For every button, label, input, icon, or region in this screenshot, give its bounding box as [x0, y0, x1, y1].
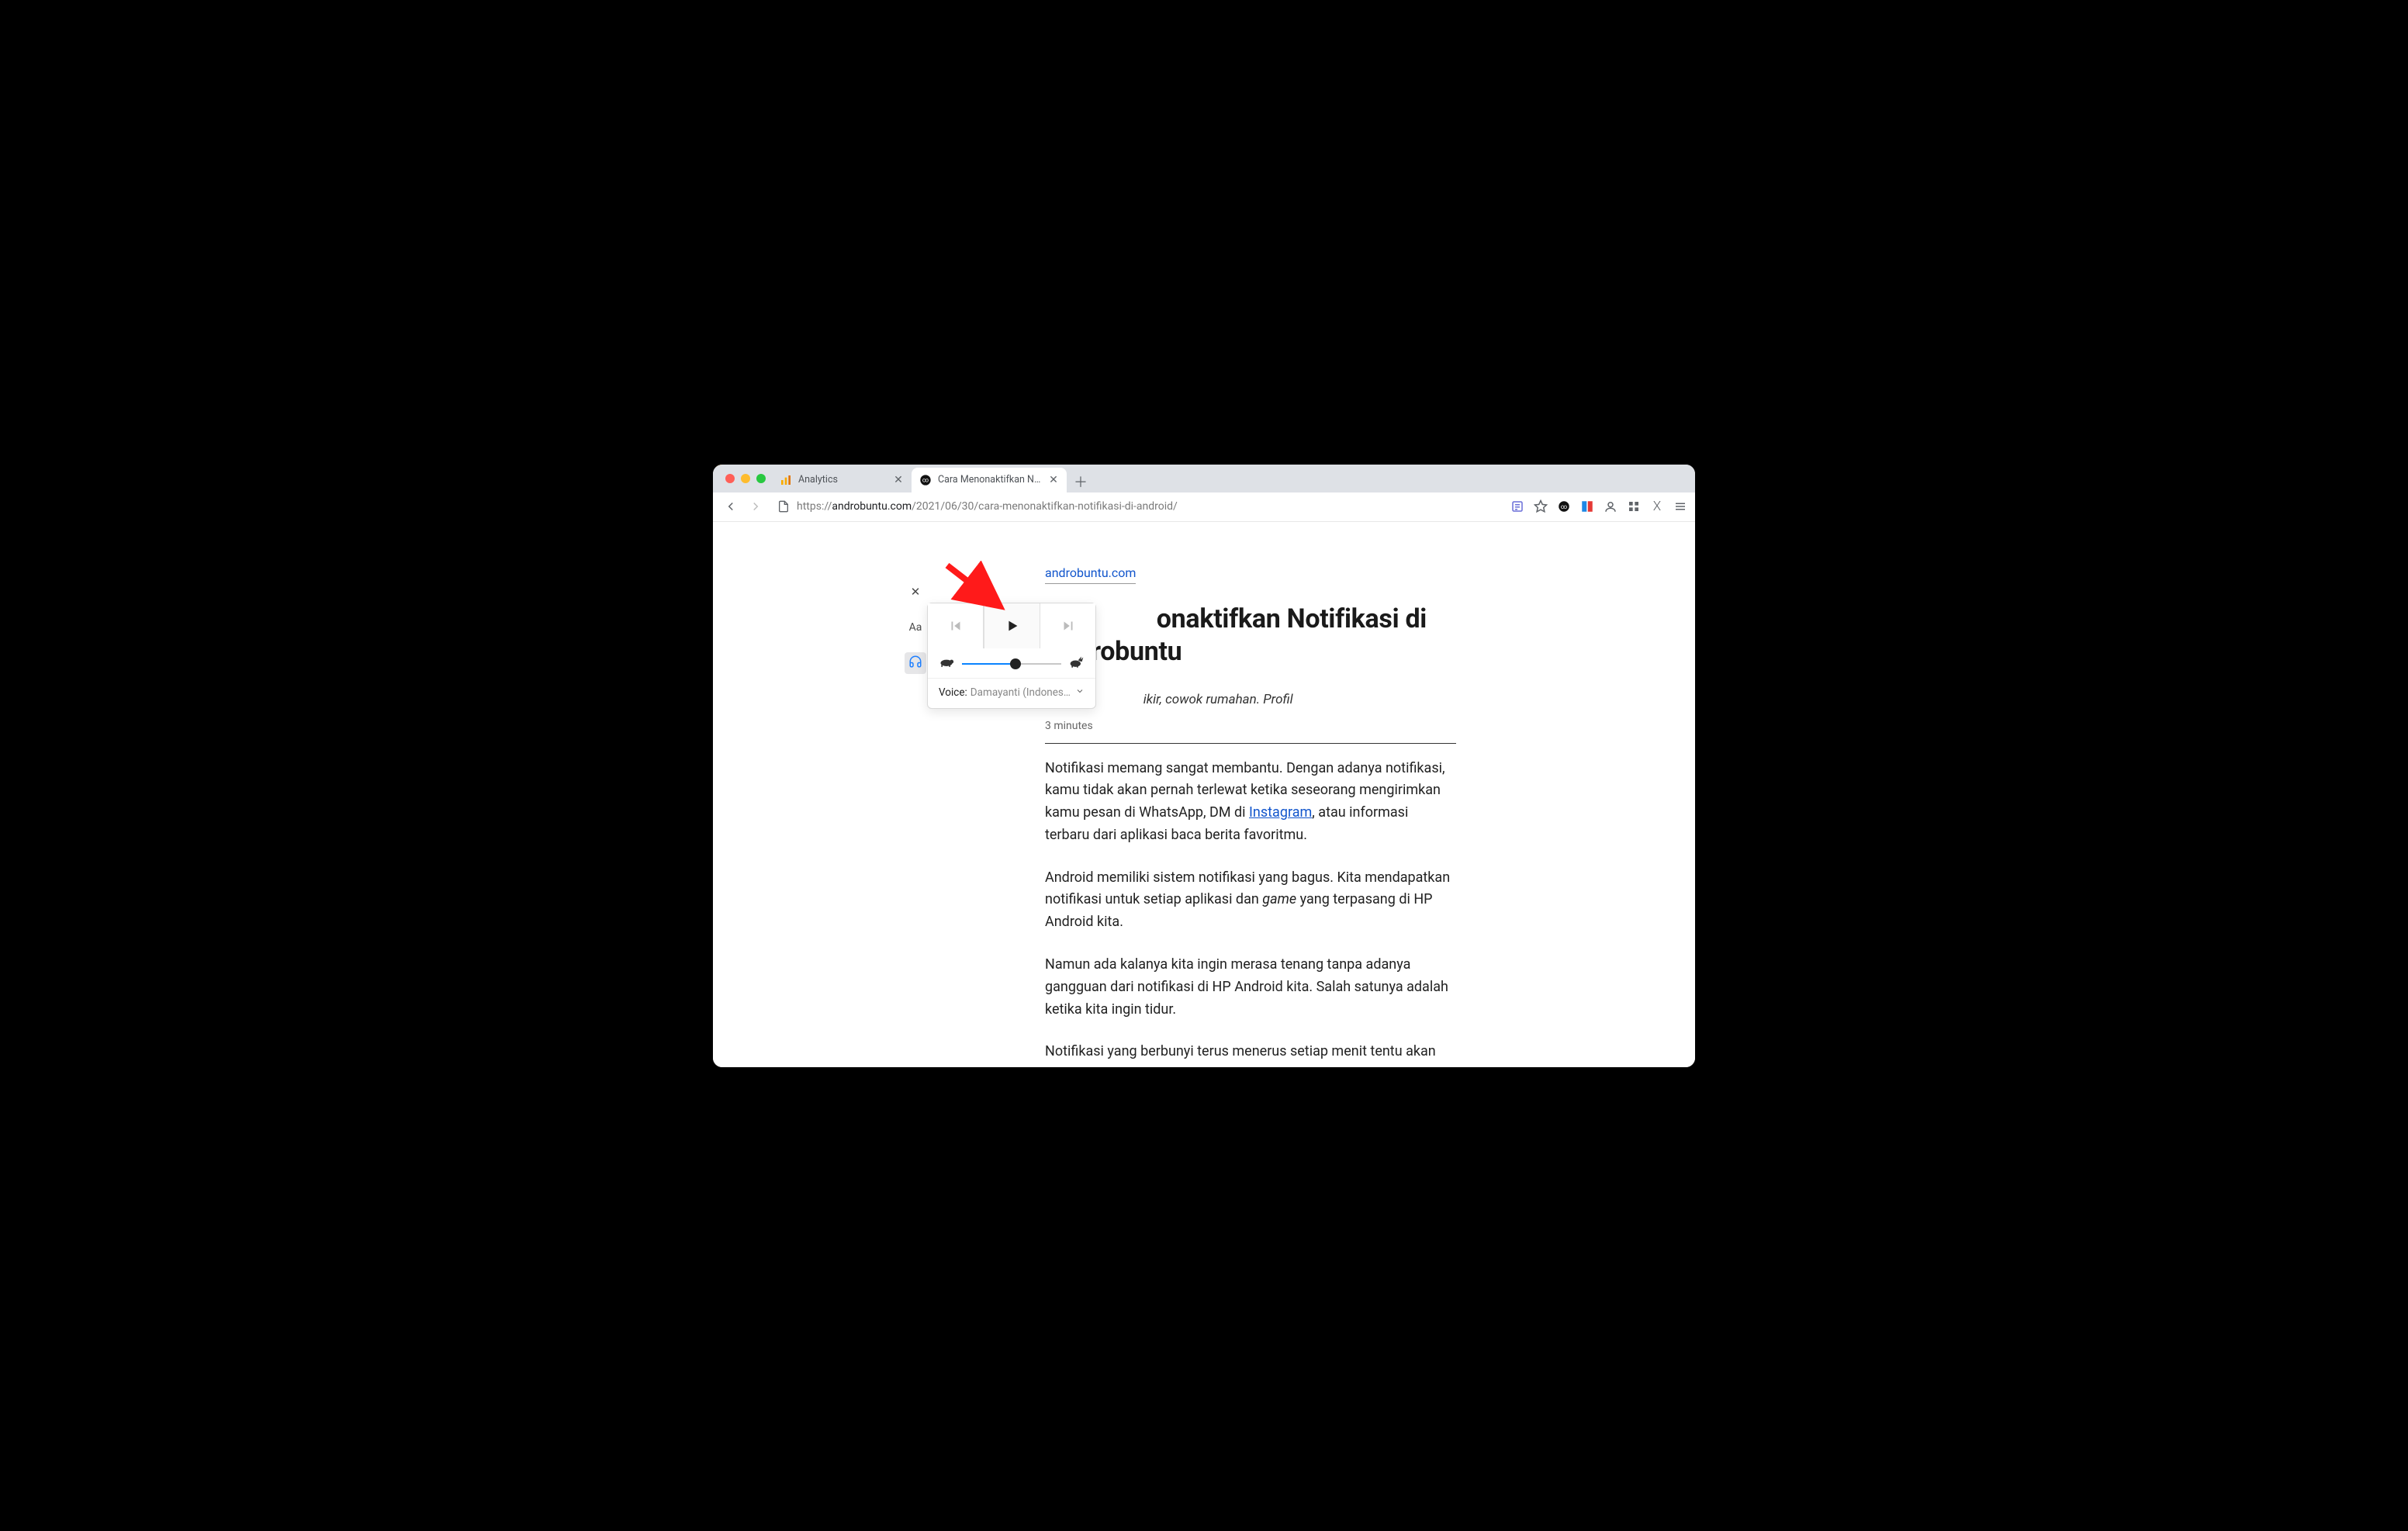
- narrate-voice-select[interactable]: Voice: Damayanti (Indonesian): [928, 678, 1095, 708]
- window-maximize-button[interactable]: [756, 474, 766, 483]
- article-paragraph: Namun ada kalanya kita ingin merasa tena…: [1045, 954, 1456, 1021]
- browser-window: Analytics ✕ ∞ Cara Menonaktifkan Notifik…: [713, 465, 1695, 1067]
- speed-thumb[interactable]: [1010, 658, 1021, 669]
- article-favicon: ∞: [919, 474, 932, 486]
- tab-strip: Analytics ✕ ∞ Cara Menonaktifkan Notifik…: [713, 465, 1695, 492]
- analytics-favicon: [780, 474, 792, 486]
- fast-rabbit-icon: [1069, 656, 1085, 672]
- reader-mode-icon[interactable]: [1510, 499, 1524, 513]
- extension-icon[interactable]: ∞: [1557, 499, 1571, 513]
- tab-close-button[interactable]: ✕: [1048, 475, 1059, 486]
- voice-value: Damayanti (Indonesian): [970, 686, 1072, 699]
- narrate-speed-slider[interactable]: [962, 657, 1061, 671]
- article-paragraph: Android memiliki sistem notifikasi yang …: [1045, 867, 1456, 934]
- url-text: https://androbuntu.com/2021/06/30/cara-m…: [797, 500, 1178, 513]
- narrate-play-button[interactable]: [984, 603, 1040, 648]
- read-time: 3 minutes: [1045, 720, 1456, 732]
- tab-close-button[interactable]: ✕: [893, 475, 904, 486]
- address-bar[interactable]: https://androbuntu.com/2021/06/30/cara-m…: [773, 495, 1503, 518]
- article-paragraph: Notifikasi memang sangat membantu. Denga…: [1045, 758, 1456, 847]
- window-controls: [719, 465, 772, 492]
- window-minimize-button[interactable]: [741, 474, 750, 483]
- account-icon[interactable]: [1604, 499, 1617, 513]
- back-button[interactable]: [721, 496, 741, 517]
- apps-grid-icon[interactable]: [1627, 499, 1641, 513]
- voice-label: Voice:: [939, 686, 967, 699]
- toolbar: https://androbuntu.com/2021/06/30/cara-m…: [713, 492, 1695, 522]
- speed-fill: [962, 663, 1015, 665]
- tab-analytics[interactable]: Analytics ✕: [772, 468, 912, 492]
- article-divider: [1045, 743, 1456, 744]
- narrate-popover: Voice: Damayanti (Indonesian): [927, 603, 1096, 709]
- slow-turtle-icon: [939, 656, 954, 671]
- svg-text:∞: ∞: [1561, 503, 1567, 511]
- reader-article: androbuntu.com Cara Menonaktifkan Notifi…: [1045, 565, 1456, 1067]
- narrate-prev-button[interactable]: [928, 603, 984, 648]
- narrate-speed-row: [928, 648, 1095, 678]
- narrate-playback-controls: [928, 603, 1095, 648]
- article-byline: Oleh penulis pemikir, cowok rumahan. Pro…: [1045, 692, 1456, 707]
- forward-button[interactable]: [746, 496, 766, 517]
- extension-icon[interactable]: [1580, 499, 1594, 513]
- site-link[interactable]: androbuntu.com: [1045, 565, 1136, 584]
- svg-text:∞: ∞: [922, 476, 929, 483]
- tab-title: Analytics: [798, 474, 887, 486]
- article-paragraph: Notifikasi yang berbunyi terus menerus s…: [1045, 1041, 1456, 1066]
- article-title: Cara Menonaktifkan Notifikasi di Androbu…: [1045, 603, 1456, 669]
- app-menu-button[interactable]: [1673, 499, 1687, 513]
- tab-title: Cara Menonaktifkan Notifikasi d: [938, 474, 1042, 486]
- page-info-icon[interactable]: [777, 499, 791, 513]
- tab-article[interactable]: ∞ Cara Menonaktifkan Notifikasi d ✕: [912, 468, 1067, 492]
- window-close-button[interactable]: [725, 474, 735, 483]
- instagram-link[interactable]: Instagram: [1249, 804, 1312, 821]
- toolbar-extensions: ∞ X: [1510, 499, 1687, 513]
- narrate-next-button[interactable]: [1040, 603, 1095, 648]
- extension-close-icon[interactable]: X: [1650, 499, 1664, 513]
- chevron-down-icon: [1075, 686, 1085, 699]
- new-tab-button[interactable]: ＋: [1070, 471, 1092, 492]
- page-content: ✕ Aa: [713, 522, 1695, 1067]
- bookmark-star-icon[interactable]: [1534, 499, 1548, 513]
